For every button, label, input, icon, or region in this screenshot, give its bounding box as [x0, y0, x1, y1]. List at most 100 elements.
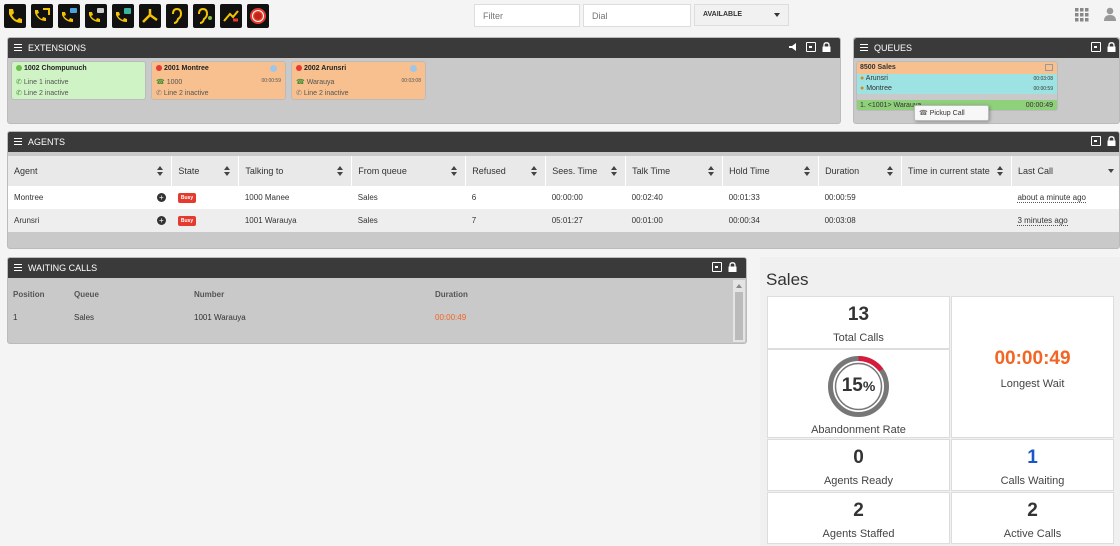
column-header[interactable]: Refused — [465, 156, 547, 186]
collapse-icon[interactable] — [1045, 64, 1053, 71]
column-header[interactable]: State — [171, 156, 240, 186]
extension-card[interactable]: 2002 Arunsri ☎ Warauya 00:03:08 ✆ Line 2… — [291, 61, 426, 100]
attended-transfer-icon[interactable] — [85, 4, 107, 28]
sees-time: 05:01:27 — [551, 216, 583, 225]
sort-icon[interactable] — [531, 166, 538, 176]
position: 1 — [13, 313, 18, 322]
listen-icon[interactable] — [166, 4, 188, 28]
user-icon[interactable] — [1104, 7, 1116, 21]
sort-icon[interactable] — [337, 166, 344, 176]
column-header: Position — [13, 290, 45, 299]
column-header[interactable]: Time in current state — [901, 156, 1012, 186]
line-status: Warauya — [306, 79, 335, 86]
sort-icon[interactable] — [451, 166, 458, 176]
agent-name: Montree — [14, 193, 44, 202]
queue-member: ● Arunsri 00:03:08 — [857, 74, 1057, 84]
info-icon[interactable] — [270, 65, 277, 72]
talk-time: 00:01:00 — [631, 216, 663, 225]
extension-name: 1002 Chompunuch — [24, 65, 87, 72]
column-header[interactable]: From queue — [351, 156, 467, 186]
menu-icon[interactable] — [14, 44, 22, 51]
stat-label: Agents Ready — [823, 475, 894, 487]
waiting-caller: 1. <1001> Warauya — [860, 102, 922, 109]
scroll-up-icon[interactable] — [736, 284, 742, 288]
transfer-call-icon[interactable] — [31, 4, 53, 28]
column-header[interactable]: Hold Time — [722, 156, 820, 186]
stat-value: 15% — [768, 375, 949, 397]
add-circle-icon[interactable]: + — [156, 216, 166, 225]
status-select-value: AVAILABLE — [703, 11, 743, 18]
conference-icon[interactable] — [58, 4, 80, 28]
sort-icon[interactable] — [887, 166, 894, 176]
table-header-row: Agent State Talking to From queue Refuse… — [8, 156, 1119, 186]
table-row[interactable]: Arunsri + Busy 1001 Warauya Sales 7 05:01… — [8, 209, 1119, 232]
split-call-icon[interactable] — [139, 4, 161, 28]
menu-icon[interactable] — [860, 44, 868, 51]
add-circle-icon[interactable]: + — [156, 193, 166, 202]
duration: 00:00:49 — [435, 313, 467, 322]
hangup-icon[interactable] — [220, 4, 242, 28]
pickup-icon: ☎ — [919, 110, 928, 117]
active-calls-stat: 2 Active Calls — [951, 492, 1114, 544]
lock-icon[interactable] — [1107, 42, 1117, 52]
sort-icon[interactable] — [611, 166, 618, 176]
sort-icon[interactable] — [224, 166, 231, 176]
agents-panel: AGENTS Agent State Talking to From queue… — [7, 131, 1120, 249]
record-icon[interactable] — [247, 4, 269, 28]
menu-icon[interactable] — [14, 264, 22, 271]
park-call-icon[interactable] — [112, 4, 134, 28]
status-dot-icon — [156, 65, 162, 71]
queue-card[interactable]: 8500 Sales ● Arunsri 00:03:08 ● Montree … — [856, 61, 1058, 111]
member-timer: 00:03:08 — [1033, 76, 1053, 82]
minimize-icon[interactable] — [806, 42, 816, 52]
menu-icon[interactable] — [14, 138, 22, 145]
column-header[interactable]: Sees. Time — [545, 156, 627, 186]
sort-icon[interactable] — [804, 166, 811, 176]
extension-card[interactable]: 1002 Chompunuch ✆ Line 1 inactive ✆ Line… — [11, 61, 146, 100]
state-badge: Busy — [177, 216, 197, 226]
sort-icon[interactable] — [996, 166, 1003, 176]
phone-icon[interactable] — [4, 4, 26, 28]
waiting-calls-header: WAITING CALLS — [8, 258, 746, 278]
call-timer: 00:03:08 — [401, 78, 421, 84]
last-call: 3 minutes ago — [1017, 216, 1068, 226]
info-icon[interactable] — [410, 65, 417, 72]
column-header[interactable]: Last Call — [1011, 156, 1119, 186]
lock-icon[interactable] — [1107, 136, 1117, 146]
chevron-down-icon[interactable] — [1108, 169, 1114, 173]
scrollbar-thumb[interactable] — [735, 292, 743, 340]
megaphone-icon[interactable] — [788, 42, 798, 52]
status-select[interactable]: AVAILABLE — [694, 4, 789, 26]
minimize-icon[interactable] — [1091, 42, 1101, 52]
member-timer: 00:00:59 — [1033, 86, 1053, 92]
extension-card[interactable]: 2001 Montree ☎ 1000 00:00:59 ✆ Line 2 in… — [151, 61, 286, 100]
sort-icon[interactable] — [708, 166, 715, 176]
hold-time: 00:01:33 — [728, 193, 760, 202]
column-header[interactable]: Agent — [8, 156, 173, 186]
table-row[interactable]: Montree + Busy 1000 Manee Sales 6 00:00:0… — [8, 186, 1119, 209]
column-header[interactable]: Talk Time — [625, 156, 724, 186]
dial-input[interactable] — [583, 4, 691, 27]
sort-icon[interactable] — [157, 166, 164, 176]
from-queue: Sales — [357, 216, 378, 225]
abandonment-value: 15 — [841, 375, 863, 396]
scrollbar[interactable] — [733, 280, 745, 342]
refused: 7 — [471, 216, 477, 225]
minimize-icon[interactable] — [712, 262, 722, 272]
column-header[interactable]: Duration — [818, 156, 903, 186]
column-header[interactable]: Talking to — [238, 156, 353, 186]
filter-input[interactable] — [474, 4, 580, 27]
minimize-icon[interactable] — [1091, 136, 1101, 146]
lock-icon[interactable] — [728, 262, 738, 272]
hold-time: 00:00:34 — [728, 216, 760, 225]
time-in-state — [902, 209, 1012, 232]
pickup-call-menu-item[interactable]: ☎ Pickup Call — [914, 105, 989, 121]
whisper-icon[interactable] — [193, 4, 215, 28]
queue: Sales — [74, 313, 95, 322]
phone-line-icon: ✆ — [16, 79, 22, 86]
apps-grid-icon[interactable] — [1075, 8, 1089, 22]
phone-line-icon: ✆ — [296, 90, 302, 97]
lock-icon[interactable] — [822, 42, 832, 52]
calls-waiting-stat: 1 Calls Waiting — [951, 439, 1114, 491]
call-timer: 00:00:59 — [261, 78, 281, 84]
